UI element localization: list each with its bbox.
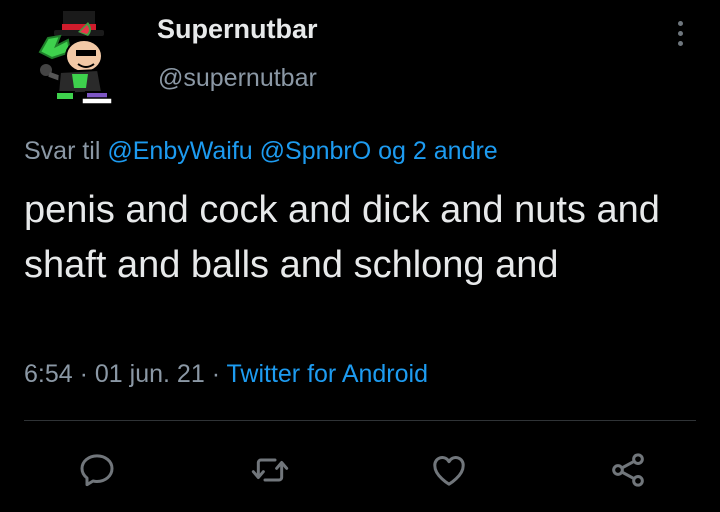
dot-icon [677,40,683,46]
tweet-text: penis and cock and dick and nuts and sha… [24,189,660,286]
like-button[interactable] [427,448,471,492]
dot-icon [677,30,683,36]
share-button[interactable] [606,448,650,492]
avatar[interactable] [28,8,128,108]
speech-bubble-icon [80,454,114,487]
retweet-button[interactable] [248,448,292,492]
reply-prefix: Svar til [24,137,101,165]
separator: · [79,360,88,388]
more-options-button[interactable] [666,14,694,52]
tweet-time: 6:54 [24,360,73,388]
avatar-image [38,9,113,105]
heart-icon [433,456,465,486]
reply-user-link[interactable]: @SpnbrO [260,137,372,165]
display-name[interactable]: Supernutbar [157,14,318,45]
reply-context: Svar til @EnbyWaifu @SpnbrO og 2 andre [24,137,498,166]
divider [24,420,696,421]
tweet-date: 01 jun. 21 [94,360,205,388]
dot-icon [677,20,683,26]
share-icon [612,453,644,487]
handle[interactable]: @supernutbar [158,64,317,93]
separator: · [211,360,221,388]
retweet-icon [251,458,289,482]
reply-user-link[interactable]: @EnbyWaifu [107,137,252,165]
reply-others-link[interactable]: og 2 andre [378,137,498,165]
tweet-meta: 6:54 · 01 jun. 21 · Twitter for Android [24,360,428,389]
reply-button[interactable] [75,448,119,492]
tweet-source-link[interactable]: Twitter for Android [227,360,428,388]
